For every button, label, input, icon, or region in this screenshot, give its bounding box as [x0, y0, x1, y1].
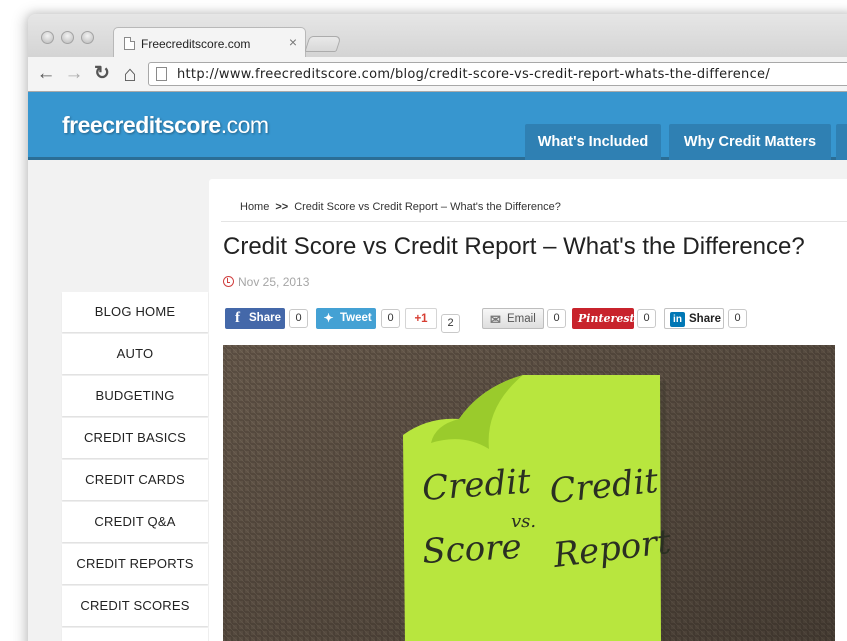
reload-icon[interactable]: ↻	[90, 62, 114, 86]
nav-more-tab[interactable]	[836, 124, 847, 160]
pinterest-pin-button[interactable]: Pinterest	[572, 308, 635, 329]
tweet-count: 0	[381, 309, 400, 328]
nav-why-credit-matters[interactable]: Why Credit Matters	[669, 124, 831, 160]
site-logo[interactable]: freecreditscore.com	[62, 112, 269, 139]
close-window-button[interactable]	[41, 31, 54, 44]
google-plus-button[interactable]: +1	[405, 308, 437, 329]
breadcrumb-current-link[interactable]: Credit Score vs Credit Report – What's t…	[294, 201, 561, 213]
note-text-score: Score	[421, 527, 522, 572]
site-header: freecreditscore.com What's Included Why …	[28, 92, 847, 160]
divider	[221, 221, 847, 222]
featured-image: Credit vs. Credit Score Report	[223, 345, 835, 641]
url-text[interactable]: http://www.freecreditscore.com/blog/cred…	[177, 67, 770, 82]
sidebar-item-credit-reports[interactable]: CREDIT REPORTS	[62, 544, 208, 584]
sidebar-item-blog-home[interactable]: BLOG HOME	[62, 292, 208, 332]
sidebar-item-credit-basics[interactable]: CREDIT BASICS	[62, 418, 208, 458]
google-plus-label: +1	[414, 313, 428, 325]
tab-strip: Freecreditscore.com ×	[28, 14, 847, 58]
sidebar-item-credit-cards[interactable]: CREDIT CARDS	[62, 460, 208, 500]
twitter-bird-icon: ✦	[323, 311, 334, 325]
breadcrumb-separator: >>	[275, 201, 289, 213]
post-date-text: Nov 25, 2013	[238, 275, 310, 289]
sidebar-item-auto[interactable]: AUTO	[62, 334, 208, 374]
back-arrow-icon[interactable]: ←	[34, 62, 58, 86]
home-icon[interactable]: ⌂	[118, 62, 142, 86]
google-plus-count: 2	[441, 314, 460, 333]
facebook-icon: f	[235, 310, 240, 326]
sidebar-item-credit-scores[interactable]: CREDIT SCORES	[62, 586, 208, 626]
linkedin-count: 0	[728, 309, 747, 328]
page-title: Credit Score vs Credit Report – What's t…	[223, 233, 805, 260]
zoom-window-button[interactable]	[81, 31, 94, 44]
logo-domain: .com	[220, 112, 269, 138]
minimize-window-button[interactable]	[61, 31, 74, 44]
logo-text: freecreditscore	[62, 112, 221, 138]
document-icon	[124, 37, 135, 50]
note-text-credit-left: Credit	[421, 461, 533, 509]
post-date: Nov 25, 2013	[223, 275, 309, 289]
sidebar-item-credit-stories[interactable]: CREDIT STORIES	[62, 628, 208, 641]
email-share-button[interactable]: ✉ Email	[482, 308, 544, 329]
browser-toolbar: ← → ↻ ⌂ http://www.freecreditscore.com/b…	[28, 57, 847, 92]
facebook-share-count: 0	[289, 309, 308, 328]
browser-window: Freecreditscore.com × ← → ↻ ⌂ http://www…	[28, 14, 847, 641]
sidebar-item-credit-qa[interactable]: CREDIT Q&A	[62, 502, 208, 542]
email-label: Email	[507, 313, 536, 325]
envelope-icon: ✉	[490, 312, 501, 327]
linkedin-share-label: Share	[689, 313, 721, 325]
linkedin-share-button[interactable]: in Share	[664, 308, 724, 329]
article-panel: Home >> Credit Score vs Credit Report – Wh…	[209, 179, 847, 641]
sidebar-item-budgeting[interactable]: BUDGETING	[62, 376, 208, 416]
forward-arrow-icon[interactable]: →	[62, 62, 86, 86]
tab-title: Freecreditscore.com	[141, 37, 251, 51]
twitter-tweet-button[interactable]: ✦ Tweet	[316, 308, 376, 329]
tab-close-icon[interactable]: ×	[289, 34, 297, 50]
linkedin-icon: in	[670, 312, 685, 327]
new-tab-button[interactable]	[304, 36, 342, 52]
page-icon	[156, 67, 167, 81]
sticky-note-photo: Credit vs. Credit Score Report	[223, 345, 835, 641]
blog-category-sidebar: BLOG HOME AUTO BUDGETING CREDIT BASICS C…	[62, 292, 208, 641]
address-bar[interactable]: http://www.freecreditscore.com/blog/cred…	[148, 62, 847, 86]
clock-icon	[223, 276, 234, 287]
web-page: freecreditscore.com What's Included Why …	[28, 92, 847, 641]
breadcrumb-home-link[interactable]: Home	[240, 201, 269, 213]
nav-whats-included[interactable]: What's Included	[525, 124, 661, 160]
tweet-label: Tweet	[340, 312, 372, 324]
browser-tab[interactable]: Freecreditscore.com ×	[113, 27, 306, 58]
facebook-share-button[interactable]: f Share	[225, 308, 285, 329]
pinterest-label: Pinterest	[578, 312, 635, 325]
facebook-share-label: Share	[249, 312, 281, 324]
email-count: 0	[547, 309, 566, 328]
pinterest-count: 0	[637, 309, 656, 328]
breadcrumb: Home >> Credit Score vs Credit Report – Wh…	[240, 201, 561, 213]
